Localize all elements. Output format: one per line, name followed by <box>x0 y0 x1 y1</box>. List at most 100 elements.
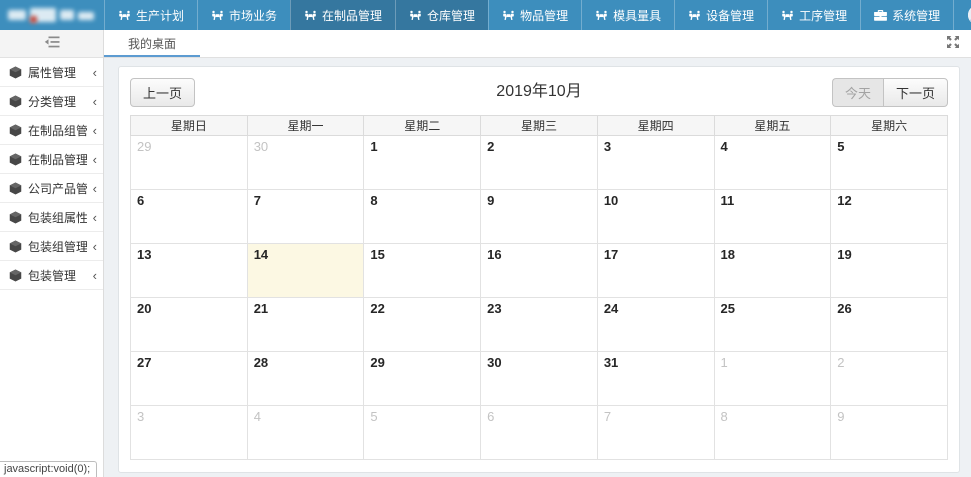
nav-item-goods-admin[interactable]: 物品管理 <box>488 0 581 30</box>
calendar-day-30-other-month[interactable]: 30 <box>247 136 364 190</box>
chevron-left-icon: ‹ <box>93 66 97 79</box>
sidebar-item-package-mgmt[interactable]: 包装管理‹ <box>0 261 103 290</box>
calendar-day-2-other-month[interactable]: 2 <box>831 352 948 406</box>
nav-item-equipment-admin[interactable]: 设备管理 <box>674 0 767 30</box>
nav-item-market-business[interactable]: 市场业务 <box>197 0 290 30</box>
calendar-day-8[interactable]: 8 <box>364 190 481 244</box>
calendar-day-5[interactable]: 5 <box>831 136 948 190</box>
calendar-day-18[interactable]: 18 <box>714 244 831 298</box>
navbar-menu: 生产计划市场业务 在制品管理 仓库管理 物品管理模具量具设备管理工序管理 系统管理 <box>104 0 954 30</box>
sidebar-item-label: 公司产品管理 <box>28 180 87 197</box>
chevron-left-icon: ‹ <box>93 211 97 224</box>
nav-item-mould-gauge[interactable]: 模具量具 <box>581 0 674 30</box>
calendar-day-21[interactable]: 21 <box>247 298 364 352</box>
calendar-day-6-other-month[interactable]: 6 <box>481 406 598 460</box>
nav-item-warehouse-admin[interactable]: 仓库管理 <box>395 0 488 30</box>
calendar-day-1[interactable]: 1 <box>364 136 481 190</box>
calendar-day-16[interactable]: 16 <box>481 244 598 298</box>
nav-item-label: 在制品管理 <box>322 7 382 24</box>
chevron-left-icon: ‹ <box>93 182 97 195</box>
sidebar-item-wip-group-mgmt[interactable]: 在制品组管理‹ <box>0 116 103 145</box>
calendar-day-13[interactable]: 13 <box>131 244 248 298</box>
calendar-day-12[interactable]: 12 <box>831 190 948 244</box>
sidebar-item-package-group-mgmt[interactable]: 包装组管理‹ <box>0 232 103 261</box>
calendar-day-30[interactable]: 30 <box>481 352 598 406</box>
calendar-body: 2930123456789101112131415161718192021222… <box>131 136 948 460</box>
calendar-day-29-other-month[interactable]: 29 <box>131 136 248 190</box>
next-page-button[interactable]: 下一页 <box>883 78 948 107</box>
calendar-day-11[interactable]: 11 <box>714 190 831 244</box>
cube-icon <box>9 124 22 137</box>
nav-item-system-admin[interactable]: 系统管理 <box>860 0 954 30</box>
workers-icon <box>118 10 131 21</box>
calendar-day-15[interactable]: 15 <box>364 244 481 298</box>
calendar-day-20[interactable]: 20 <box>131 298 248 352</box>
workers-icon <box>781 10 794 21</box>
app-logo[interactable] <box>0 0 104 30</box>
calendar-day-23[interactable]: 23 <box>481 298 598 352</box>
chevron-left-icon: ‹ <box>93 240 97 253</box>
nav-item-wip-admin[interactable]: 在制品管理 <box>290 0 395 30</box>
calendar-day-1-other-month[interactable]: 1 <box>714 352 831 406</box>
calendar-day-10[interactable]: 10 <box>597 190 714 244</box>
sidebar-item-wip-mgmt[interactable]: 在制品管理‹ <box>0 145 103 174</box>
calendar-day-7-other-month[interactable]: 7 <box>597 406 714 460</box>
sidebar-item-label: 分类管理 <box>28 93 87 110</box>
sidebar-item-attribute-mgmt[interactable]: 属性管理‹ <box>0 58 103 87</box>
calendar-day-17[interactable]: 17 <box>597 244 714 298</box>
nav-item-label: 物品管理 <box>520 7 568 24</box>
nav-item-label: 系统管理 <box>892 7 940 24</box>
fullscreen-button[interactable] <box>935 30 971 57</box>
sidebar-item-category-mgmt[interactable]: 分类管理 ‹ <box>0 87 103 116</box>
tab-my-desktop[interactable]: 我的桌面 <box>104 30 200 57</box>
calendar-day-31[interactable]: 31 <box>597 352 714 406</box>
nav-item-process-admin[interactable]: 工序管理 <box>767 0 860 30</box>
chevron-left-icon: ‹ <box>93 124 97 137</box>
sidebar-collapse-button[interactable] <box>0 30 103 58</box>
briefcase-icon <box>874 10 887 21</box>
calendar-day-9-other-month[interactable]: 9 <box>831 406 948 460</box>
workers-icon <box>304 10 317 21</box>
calendar-day-24[interactable]: 24 <box>597 298 714 352</box>
browser-status-tooltip: javascript:void(0); <box>0 461 97 477</box>
cube-icon <box>9 182 22 195</box>
calendar-day-26[interactable]: 26 <box>831 298 948 352</box>
calendar-day-6[interactable]: 6 <box>131 190 248 244</box>
chevron-left-icon: ‹ <box>93 153 97 166</box>
calendar-day-2[interactable]: 2 <box>481 136 598 190</box>
weekday-header: 星期四 <box>597 116 714 136</box>
calendar-day-4-other-month[interactable]: 4 <box>247 406 364 460</box>
calendar-week-row: 272829303112 <box>131 352 948 406</box>
calendar-day-28[interactable]: 28 <box>247 352 364 406</box>
outdent-icon <box>44 35 60 53</box>
calendar-day-19[interactable]: 19 <box>831 244 948 298</box>
calendar-day-9[interactable]: 9 <box>481 190 598 244</box>
calendar-day-3[interactable]: 3 <box>597 136 714 190</box>
calendar-day-3-other-month[interactable]: 3 <box>131 406 248 460</box>
calendar-day-22[interactable]: 22 <box>364 298 481 352</box>
calendar-day-8-other-month[interactable]: 8 <box>714 406 831 460</box>
nav-item-production-plan[interactable]: 生产计划 <box>104 0 197 30</box>
calendar-day-4[interactable]: 4 <box>714 136 831 190</box>
calendar-day-29[interactable]: 29 <box>364 352 481 406</box>
user-menu[interactable]: 管理员[管理员] <box>954 0 971 30</box>
sidebar-menu: 属性管理‹分类管理‹在制品组管理‹在制品管理‹公司产品管理‹包装组属性管理‹包装… <box>0 58 103 290</box>
chevron-left-icon: ‹ <box>93 95 97 108</box>
prev-page-button[interactable]: 上一页 <box>130 78 195 107</box>
weekday-header: 星期三 <box>481 116 598 136</box>
workers-icon <box>409 10 422 21</box>
today-button[interactable]: 今天 <box>832 78 883 107</box>
calendar-title: 2019年10月 <box>130 76 948 108</box>
sidebar-item-package-group-attr-mgmt[interactable]: 包装组属性管理‹ <box>0 203 103 232</box>
weekday-header: 星期一 <box>247 116 364 136</box>
calendar-day-14[interactable]: 14 <box>247 244 364 298</box>
sidebar-item-company-product-mgmt[interactable]: 公司产品管理 ‹ <box>0 174 103 203</box>
calendar-day-25[interactable]: 25 <box>714 298 831 352</box>
calendar-day-5-other-month[interactable]: 5 <box>364 406 481 460</box>
calendar-day-27[interactable]: 27 <box>131 352 248 406</box>
calendar-day-7[interactable]: 7 <box>247 190 364 244</box>
calendar-week-row: 20212223242526 <box>131 298 948 352</box>
nav-item-label: 仓库管理 <box>427 7 475 24</box>
calendar-table: 星期日星期一星期二星期三星期四星期五星期六 293012345678910111… <box>130 115 948 460</box>
tab-bar: 我的桌面 <box>104 30 971 58</box>
